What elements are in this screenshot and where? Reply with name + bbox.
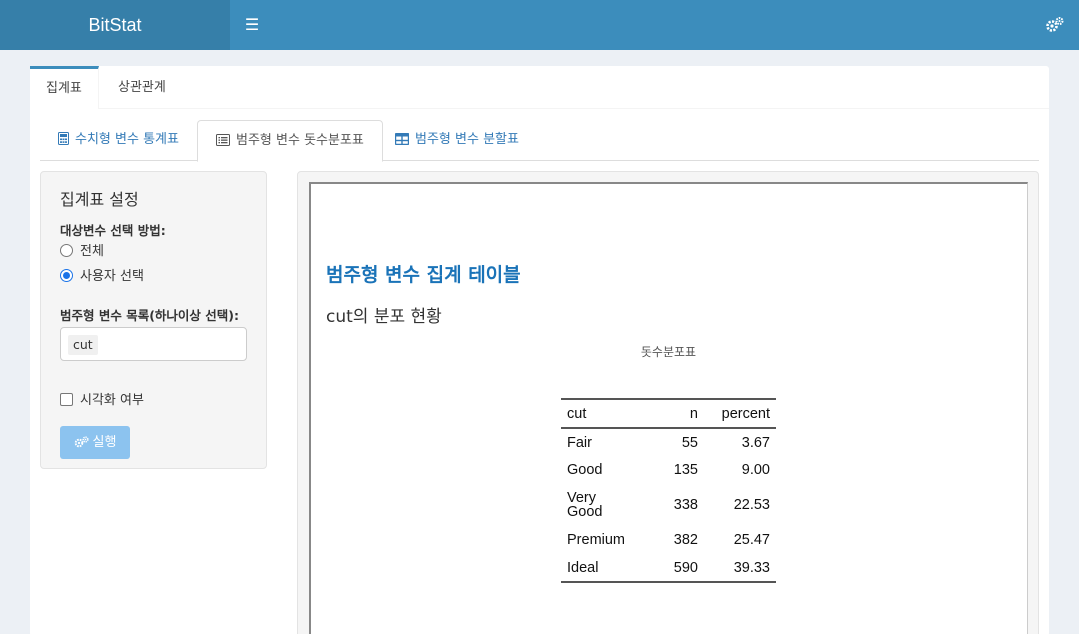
settings-sidebar: 집계표 설정 대상변수 선택 방법: 전체 사용자 선택 범주형 변수 목록(하… xyxy=(40,171,267,469)
visualize-label: 시각화 여부 xyxy=(80,393,144,408)
radio-all[interactable]: 전체 xyxy=(60,243,104,261)
tab-crosstab-label: 범주형 변수 분할표 xyxy=(415,132,519,147)
hamburger-icon[interactable]: ☰ xyxy=(240,13,264,37)
sub-tabs: 수치형 변수 통계표 범주형 변수 돗수분포표 범주형 변수 분할표 xyxy=(40,120,1039,162)
table-cell: 590 xyxy=(656,554,704,583)
table-cell: Ideal xyxy=(561,554,656,583)
column-header: cut xyxy=(561,398,656,429)
report-frame: 범주형 변수 집계 테이블 cut의 분포 현황 돗수분포표 cut n per… xyxy=(309,182,1028,634)
table-cell: 39.33 xyxy=(704,554,776,583)
top-navbar: BitStat ☰ xyxy=(0,0,1079,50)
table-cell: 338 xyxy=(673,497,698,513)
radio-button-selected[interactable] xyxy=(60,269,73,282)
sidebar-title: 집계표 설정 xyxy=(60,190,139,209)
radio-button[interactable] xyxy=(60,244,73,257)
tab-box: 집계표 상관관계 수치형 변수 통계표 범주형 변수 돗수분포표 범주형 변수 … xyxy=(30,66,1049,634)
very-good-label: Very Good xyxy=(567,490,603,520)
table-row: Premium 382 25.47 xyxy=(561,526,776,554)
radio-user-select-label: 사용자 선택 xyxy=(80,269,144,284)
run-button-label: 실행 xyxy=(92,435,117,450)
list-alt-icon xyxy=(216,133,230,146)
tab-correlation[interactable]: 상관관계 xyxy=(102,66,182,109)
table-caption: 돗수분포표 xyxy=(640,345,697,359)
gears-icon[interactable] xyxy=(1045,15,1065,35)
table-cell: 55 xyxy=(681,434,698,451)
tab-numeric-stats[interactable]: 수치형 변수 통계표 xyxy=(40,120,197,161)
content-wrapper: 집계표 상관관계 수치형 변수 통계표 범주형 변수 돗수분포표 범주형 변수 … xyxy=(0,50,1079,634)
tab-numeric-stats-label: 수치형 변수 통계표 xyxy=(75,132,179,147)
table-cell: Premium xyxy=(567,532,626,548)
radio-user-select[interactable]: 사용자 선택 xyxy=(60,268,144,286)
table-cell: 22.53 xyxy=(733,497,770,513)
table-icon xyxy=(395,132,409,145)
app-logo[interactable]: BitStat xyxy=(0,0,230,50)
report-subheading: cut의 분포 현황 xyxy=(326,307,442,327)
tab-summary[interactable]: 집계표 xyxy=(30,66,99,109)
table-cell: 25.47 xyxy=(733,532,770,548)
column-header: percent xyxy=(704,398,776,429)
variable-select-input[interactable]: cut xyxy=(60,327,247,361)
run-button[interactable]: 실행 xyxy=(60,426,130,459)
table-row: Ideal 590 39.33 xyxy=(561,554,776,583)
table-cell: 9.00 xyxy=(741,462,770,478)
table-cell: Fair xyxy=(567,434,592,451)
variables-label: 범주형 변수 목록(하나이상 선택): xyxy=(60,308,239,323)
gears-icon xyxy=(74,435,89,447)
method-label: 대상변수 선택 방법: xyxy=(60,223,166,238)
frequency-table: cut n percent Fair 55 3.67 Good 135 9.00… xyxy=(561,398,776,583)
tab-crosstab[interactable]: 범주형 변수 분할표 xyxy=(377,120,537,161)
visualize-checkbox[interactable] xyxy=(60,393,73,406)
tab-categorical-freq[interactable]: 범주형 변수 돗수분포표 xyxy=(197,120,383,162)
visualize-checkbox-row[interactable]: 시각화 여부 xyxy=(60,392,144,410)
table-header-row: cut n percent xyxy=(561,398,776,429)
table-cell: 135 xyxy=(673,462,698,478)
column-header: n xyxy=(656,398,704,429)
tab-categorical-freq-label: 범주형 변수 돗수분포표 xyxy=(236,133,364,148)
table-cell: Very Good xyxy=(561,484,656,526)
calculator-icon xyxy=(58,132,69,145)
report-panel: 범주형 변수 집계 테이블 cut의 분포 현황 돗수분포표 cut n per… xyxy=(297,171,1039,634)
table-cell: 382 xyxy=(673,532,698,548)
main-tabs: 집계표 상관관계 xyxy=(30,66,1049,109)
table-row: Fair 55 3.67 xyxy=(561,428,776,456)
table-cell: 3.67 xyxy=(741,434,770,451)
table-row: Very Good 338 22.53 xyxy=(561,484,776,526)
report-heading: 범주형 변수 집계 테이블 xyxy=(326,264,521,286)
table-row: Good 135 9.00 xyxy=(561,456,776,484)
selected-variable-chip[interactable]: cut xyxy=(68,335,98,355)
radio-all-label: 전체 xyxy=(80,244,104,259)
table-cell: Good xyxy=(567,462,603,478)
